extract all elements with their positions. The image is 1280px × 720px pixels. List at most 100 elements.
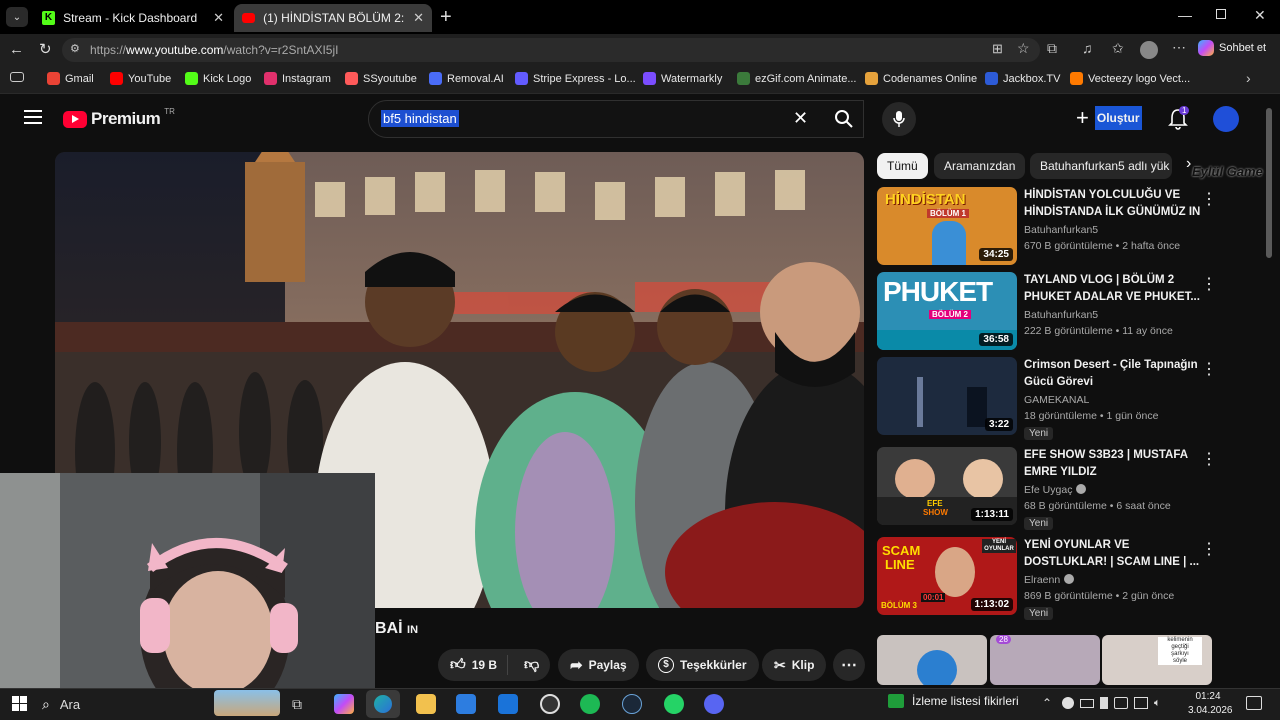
create-button[interactable]: + Oluştur [1076,106,1142,130]
hamburger-menu-icon[interactable] [24,110,42,124]
taskbar-search[interactable]: ⌕ Ara [42,692,212,716]
copilot-taskbar-icon[interactable] [334,694,354,714]
voice-search-button[interactable] [882,102,916,136]
video-thumbnail[interactable]: SCAM LINE YENİ OYUNLAR 00:01 BÖLÜM 3 1:13:02 [877,537,1017,615]
spotify-icon[interactable] [580,694,600,714]
app-install-icon[interactable]: ⊞ [992,41,1003,57]
video-title[interactable]: HİNDİSTAN YOLCULUĞU VE HİNDİSTANDA İLK G… [1024,187,1202,221]
search-highlight-image[interactable] [214,690,280,716]
shorts-thumbnail[interactable]: 28 [990,635,1100,685]
recommended-video[interactable]: 3:22 Crimson Desert - Çile Tapınağın Gücü… [877,357,1217,440]
whatsapp-icon[interactable] [664,694,684,714]
dislike-button[interactable]: 👎︎ [514,656,549,674]
more-vertical-icon[interactable]: ⋮ [1201,359,1217,379]
discord-icon[interactable] [704,694,724,714]
video-title[interactable]: TAYLAND VLOG | BÖLÜM 2 PHUKET ADALAR VE … [1024,272,1202,306]
video-title[interactable]: YENİ OYUNLAR VE DOSTLUKLAR! | SCAM LINE … [1024,537,1202,571]
close-window-icon[interactable]: ✕ [1254,7,1266,24]
favorites-icon[interactable]: ✩ [1112,40,1124,57]
thanks-button[interactable]: $ Teşekkürler [646,649,759,681]
chips-next-icon[interactable]: › [1186,155,1191,173]
bookmark-item[interactable]: Gmail [47,72,94,85]
obs-icon[interactable] [540,694,560,714]
video-thumbnail[interactable]: HİNDİSTAN BÖLÜM 1 34:25 [877,187,1017,265]
edge-taskbar-icon[interactable] [366,690,400,718]
maximize-icon[interactable] [1216,9,1226,19]
favorite-star-icon[interactable]: ☆ [1017,40,1030,57]
channel-name[interactable]: GAMEKANAL [1024,394,1089,406]
more-vertical-icon[interactable]: ⋮ [1201,274,1217,294]
more-vertical-icon[interactable]: ⋮ [1201,539,1217,559]
address-field[interactable]: ⚙ https://www.youtube.com/watch?v=r2SntA… [62,38,1040,62]
task-view-icon[interactable]: ⧉ [292,696,302,713]
reading-list-icon[interactable] [10,72,24,82]
video-title[interactable]: Crimson Desert - Çile Tapınağın Gücü Gör… [1024,357,1202,391]
profile-icon[interactable] [1140,41,1158,59]
chip-all[interactable]: Tümü [877,153,928,179]
more-vertical-icon[interactable]: ⋮ [1201,189,1217,209]
volume-icon[interactable]: 🔈︎ [1154,697,1161,710]
file-explorer-icon[interactable] [416,694,436,714]
back-icon[interactable]: ← [9,41,24,58]
more-options-icon[interactable]: ⋯ [1172,39,1186,56]
bookmark-item[interactable]: Codenames Online [865,72,977,85]
new-tab-icon[interactable]: + [440,6,452,29]
more-actions-button[interactable]: ⋯ [833,649,865,681]
video-title[interactable]: EFE SHOW S3B23 | MUSTAFA EMRE YILDIZ [1024,447,1202,481]
recommended-video[interactable]: PHUKET BÖLÜM 2 36:58 TAYLAND VLOG | BÖLÜM 2… [877,272,1217,352]
recommended-video[interactable]: SCAM LINE YENİ OYUNLAR 00:01 BÖLÜM 3 1:13:02 Y… [877,537,1217,620]
close-tab-icon[interactable]: ✕ [413,10,424,26]
clock[interactable]: 01:24 3.04.2026 [1188,690,1233,718]
bookmark-item[interactable]: SSyoutube [345,72,417,85]
search-button[interactable] [814,100,870,138]
more-vertical-icon[interactable]: ⋮ [1201,449,1217,469]
bookmark-item[interactable]: Kick Logo [185,72,251,85]
tray-overflow-icon[interactable]: ⌃ [1042,696,1052,710]
shorts-thumbnail[interactable] [877,635,987,685]
read-aloud-icon[interactable]: ♫ [1082,40,1093,56]
channel-name[interactable]: Efe Uygaç [1024,484,1087,496]
bookmark-item[interactable]: Removal.AI [429,72,504,85]
widget-notification[interactable]: İzleme listesi fikirleri [888,694,1019,708]
shorts-thumbnail[interactable]: kelimenin geçtiği şarkıyı söyle [1102,635,1212,685]
clear-search-icon[interactable]: ✕ [793,108,808,129]
avatar[interactable] [1213,106,1239,132]
site-info-icon[interactable]: ⚙ [70,42,80,55]
extensions-icon[interactable]: ⧉ [1047,40,1057,57]
chip-from-search[interactable]: Aramanızdan [934,153,1026,179]
close-tab-icon[interactable]: ✕ [213,10,224,26]
recommended-video[interactable]: HİNDİSTAN BÖLÜM 1 34:25 HİNDİSTAN YOLCULUĞU… [877,187,1217,267]
video-thumbnail[interactable]: PHUKET BÖLÜM 2 36:58 [877,272,1017,350]
bookmark-item[interactable]: Stripe Express - Lo... [515,72,636,85]
battery-icon[interactable] [1080,699,1094,708]
video-thumbnail[interactable]: EFE SHOW 1:13:11 [877,447,1017,525]
tab-kick-dashboard[interactable]: K Stream - Kick Dashboard ✕ [34,4,232,32]
bookmark-item[interactable]: YouTube [110,72,171,85]
chip-channel[interactable]: Batuhanfurkan5 adlı yük [1030,153,1172,179]
bookmark-item[interactable]: Jackbox.TV [985,72,1060,85]
tab-list-button[interactable]: ⌄ [6,7,28,27]
tab-youtube-video[interactable]: (1) HİNDİSTAN BÖLÜM 2: VARANA ✕ [234,4,432,32]
copilot-button[interactable]: Sohbet et [1198,40,1266,56]
outlook-icon[interactable] [498,694,518,714]
channel-name[interactable]: Batuhanfurkan5 [1024,309,1098,321]
youtube-logo[interactable]: Premium TR [63,107,175,129]
bookmark-item[interactable]: ezGif.com Animate... [737,72,856,85]
share-button[interactable]: ➦ Paylaş [558,649,639,681]
search-input[interactable]: bf5 hindistan ✕ [368,100,864,138]
usb-icon[interactable] [1100,697,1108,709]
clip-button[interactable]: ✂ Klip [762,649,827,681]
tray-app-icon[interactable] [1062,697,1074,709]
like-button[interactable]: 👍︎ 19 B [438,655,509,675]
page-scrollbar[interactable] [1266,108,1272,258]
channel-name[interactable]: Elraenn [1024,574,1075,586]
video-thumbnail[interactable]: 3:22 [877,357,1017,435]
start-icon[interactable] [12,696,27,711]
notifications-button[interactable]: 1 [1168,106,1190,135]
bookmark-item[interactable]: Instagram [264,72,331,85]
network-icon[interactable] [1134,697,1148,709]
reload-icon[interactable]: ↻ [39,40,52,58]
recommended-video[interactable]: EFE SHOW 1:13:11 EFE SHOW S3B23 | MUSTAFA E… [877,447,1217,530]
notification-center-icon[interactable] [1246,696,1262,710]
channel-name[interactable]: Batuhanfurkan5 [1024,224,1098,236]
